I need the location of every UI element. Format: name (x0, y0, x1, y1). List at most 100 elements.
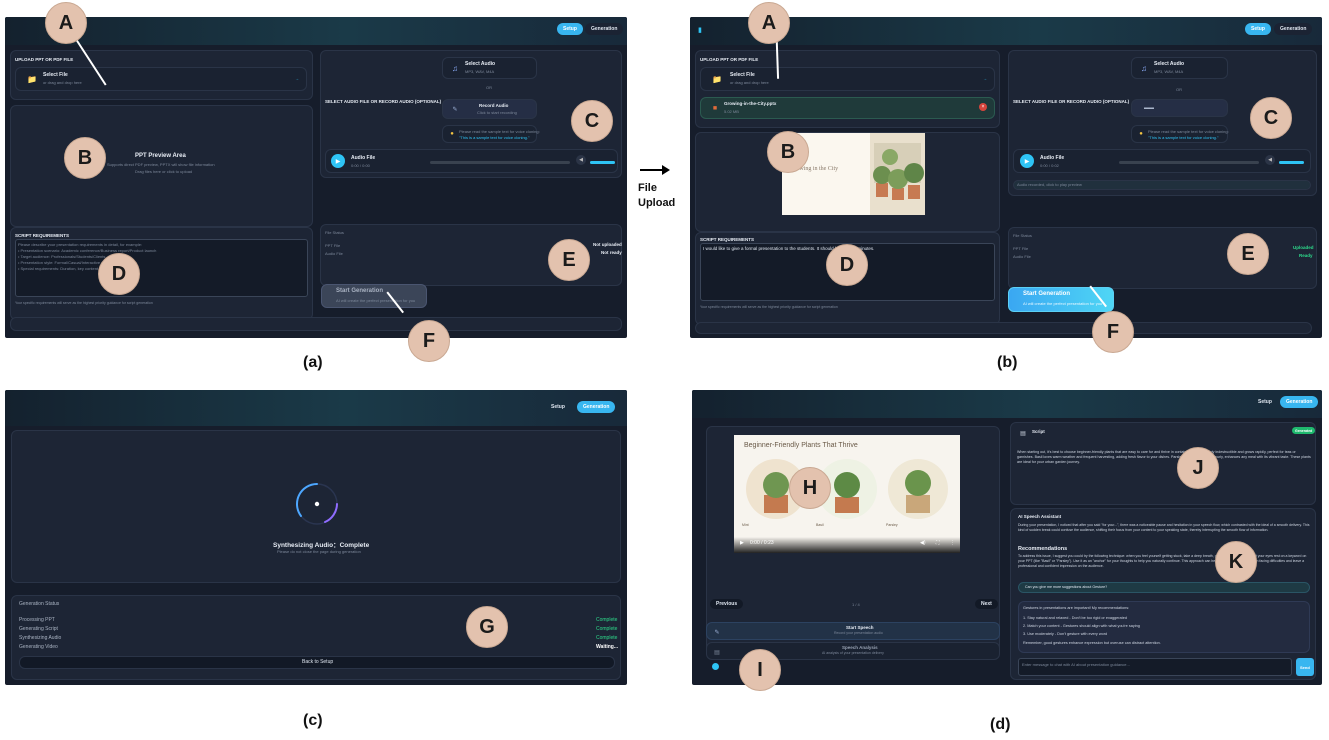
or-divider: OR (486, 85, 492, 90)
marker-b: B (64, 137, 106, 179)
volume-slider[interactable] (1279, 161, 1304, 164)
play-button[interactable]: ▶ (1020, 154, 1034, 168)
microphone-icon: ✎ (452, 106, 458, 113)
chat-input-placeholder: Enter message to chat with AI about pres… (1022, 662, 1130, 667)
marker-d: D (826, 244, 868, 286)
start-generation-sub: AI will create the perfect presentation … (1023, 301, 1103, 306)
volume-level (1279, 161, 1304, 164)
chat-input[interactable] (1018, 658, 1292, 676)
volume-icon[interactable]: ◀ (576, 155, 586, 165)
send-button[interactable]: Send (1296, 658, 1314, 676)
recommendations-title: Recommendations (1018, 546, 1068, 552)
folder-icon: 📁 (27, 74, 37, 84)
select-file-button[interactable] (700, 67, 995, 91)
or-divider: OR (1176, 87, 1182, 92)
more-options-icon[interactable]: ⋮ (950, 540, 955, 546)
bottom-strip (695, 322, 1312, 334)
script-generated-badge: Generated (1292, 427, 1316, 434)
arrow-right-icon (640, 165, 670, 175)
microphone-icon: ✎ (714, 629, 720, 636)
pptx-file-icon: ■ (712, 104, 718, 112)
start-generation-sub: AI will create the perfect presentation … (336, 298, 416, 303)
status-label-script: Generating Script (19, 626, 58, 632)
audio-time: 0:00 / 0:02 (1040, 163, 1059, 168)
ai-assistant-panel (1010, 508, 1316, 680)
audio-progress-bar[interactable] (1119, 161, 1259, 164)
uploaded-file-size: 5.02 MB (724, 109, 739, 114)
uploaded-file-name: Growing-in-the-City.pptx (724, 101, 777, 106)
audio-progress-bar[interactable] (430, 161, 570, 164)
video-play-icon[interactable]: ▶ (740, 540, 744, 546)
ppt-file-label: PPT File (1013, 246, 1029, 251)
next-button[interactable]: Next (975, 599, 998, 609)
script-title: SCRIPT REQUIREMENTS (15, 233, 70, 238)
preview-description: Supports direct PDF preview, PPTX will s… (107, 162, 215, 167)
play-button[interactable]: ▶ (331, 154, 345, 168)
music-note-icon: ♫ (452, 63, 458, 73)
recording-indicator-icon: ▬▬ (1144, 105, 1154, 111)
ppt-status-value: Uploaded (1293, 245, 1314, 250)
generation-tab[interactable]: Generation (577, 401, 616, 413)
select-file-hint: or drag and drop here (730, 80, 769, 85)
setup-tab[interactable]: Setup (1245, 23, 1271, 35)
assistant-title: AI Speech Assistant (1018, 514, 1062, 519)
setup-tab[interactable]: Setup (545, 401, 571, 413)
upload-title: UPLOAD PPT OR PDF FILE (15, 57, 74, 62)
arrow-right-icon: → (295, 76, 299, 81)
recommendations-text: To address this issue, I suggest you cou… (1018, 554, 1307, 568)
status-dot (712, 663, 719, 670)
page-indicator: 1 / 4 (852, 602, 860, 607)
script-label: Script (1032, 429, 1045, 434)
select-file-button[interactable] (15, 67, 307, 91)
ppt-file-label: PPT File (325, 243, 341, 248)
caption-d: (d) (990, 716, 1011, 733)
caption-c: (c) (303, 712, 323, 729)
lightbulb-icon: ● (450, 131, 454, 137)
script-footnote: Your specific requirements will serve as… (700, 305, 838, 309)
generation-tab[interactable]: Generation (1274, 23, 1313, 35)
folder-icon: 📁 (712, 74, 722, 84)
volume-level (590, 161, 615, 164)
caption-b: (b) (997, 354, 1018, 371)
slide-video[interactable]: Beginner-Friendly Plants That Thrive Min… (734, 435, 960, 553)
top-nav-bar (5, 390, 627, 426)
status-value-audio: Complete (596, 635, 618, 641)
bottom-strip (10, 317, 622, 331)
script-title: SCRIPT REQUIREMENTS (700, 237, 755, 242)
sample-note-text: Please read the sample text for voice cl… (459, 129, 540, 134)
status-label-video: Generating Video (19, 644, 58, 650)
generation-tab[interactable]: Generation (585, 23, 624, 35)
caption-a: (a) (303, 354, 323, 371)
assistant-analysis: During your presentation, I noticed that… (1018, 523, 1310, 532)
video-volume-icon[interactable]: ◀) (920, 540, 926, 546)
plant-images (746, 459, 948, 519)
setup-tab[interactable]: Setup (1252, 396, 1278, 408)
status-value-video: Waiting... (596, 644, 619, 650)
arrow-right-icon: → (983, 76, 987, 81)
back-to-setup-label: Back to Setup (302, 659, 334, 665)
audio-status-value: Ready (1299, 253, 1313, 258)
plant-label-mint: Mint (742, 523, 749, 527)
marker-f: F (408, 320, 450, 362)
fullscreen-icon[interactable]: ⛶ (936, 540, 940, 546)
status-label-ppt: Processing PPT (19, 617, 55, 623)
previous-button[interactable]: Previous (710, 599, 744, 609)
start-generation-label: Start Generation (336, 288, 384, 294)
preview-hint: Drag files here or click to upload (135, 169, 193, 174)
audio-status-value: Not ready (601, 250, 622, 255)
audio-formats: MP3, WAV, M4A (1154, 69, 1184, 74)
volume-slider[interactable] (590, 161, 615, 164)
top-nav-bar (5, 17, 627, 45)
remove-file-icon[interactable]: × (979, 103, 987, 111)
generation-tab[interactable]: Generation (1280, 396, 1319, 408)
app-logo-icon: ▮ (698, 27, 702, 34)
sample-note-text: Please read the sample text for voice cl… (1148, 129, 1229, 134)
audio-section-title: SELECT AUDIO FILE OR RECORD AUDIO (OPTIO… (325, 99, 442, 104)
volume-icon[interactable]: ◀ (1265, 155, 1275, 165)
select-file-label: Select File (43, 72, 68, 78)
marker-i: I (739, 649, 781, 691)
start-generation-label: Start Generation (1023, 291, 1071, 297)
sample-text: "This is a sample text for voice cloning… (459, 135, 530, 140)
file-upload-label: File Upload (638, 182, 676, 209)
setup-tab[interactable]: Setup (557, 23, 583, 35)
